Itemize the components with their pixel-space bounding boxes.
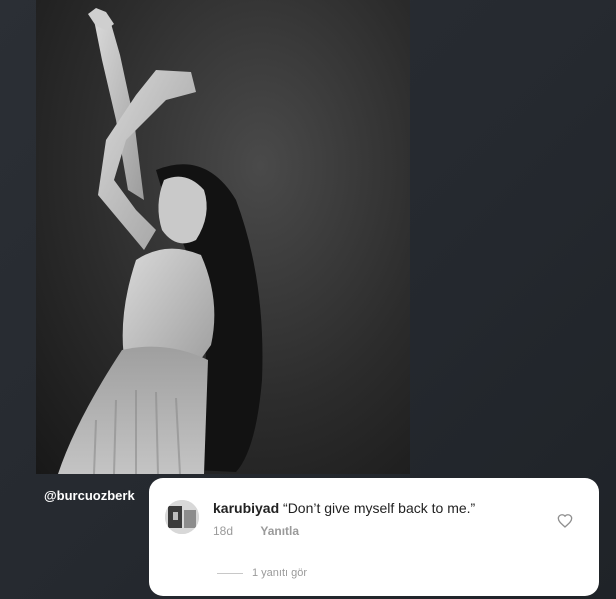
avatar[interactable] <box>165 500 199 534</box>
view-replies-divider <box>217 572 243 574</box>
dancer-photo-illustration <box>58 8 263 474</box>
avatar-image <box>165 500 199 534</box>
comment-username[interactable]: karubiyad <box>213 500 279 516</box>
comment-card: karubiyad “Don’t give myself back to me.… <box>149 478 599 596</box>
view-replies-button[interactable]: 1 yanıtı gör <box>217 567 307 579</box>
comment-body: karubiyad “Don’t give myself back to me.… <box>213 500 475 516</box>
post-photo[interactable] <box>36 0 410 474</box>
comment-meta: 18d Yanıtla <box>213 524 323 538</box>
post-author-handle[interactable]: @burcuozberk <box>44 488 135 503</box>
heart-icon[interactable] <box>557 513 573 529</box>
view-replies-label: 1 yanıtı gör <box>252 567 308 579</box>
reply-button[interactable]: Yanıtla <box>260 524 299 538</box>
comment-timestamp: 18d <box>213 524 234 538</box>
comment-text: “Don’t give myself back to me.” <box>283 500 476 516</box>
